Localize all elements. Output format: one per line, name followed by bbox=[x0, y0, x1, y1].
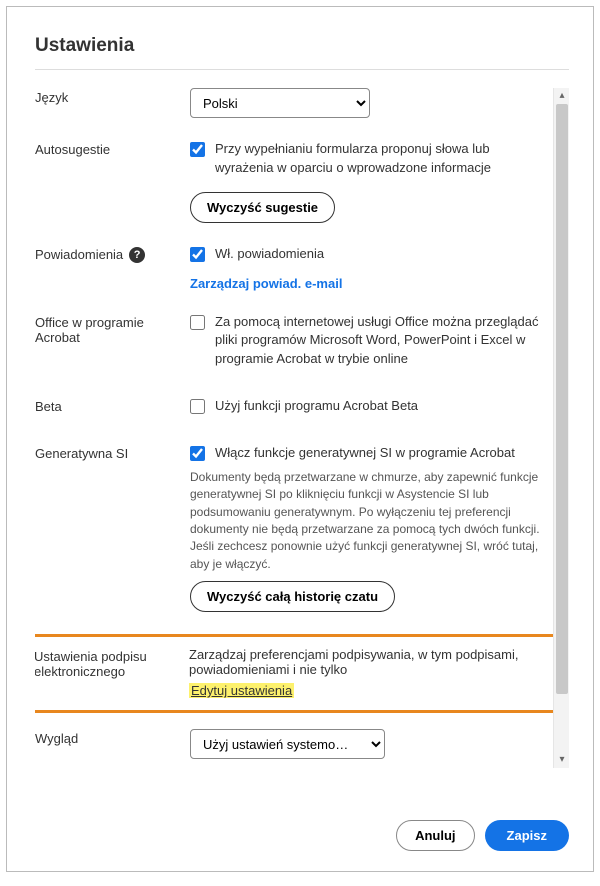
scroll-area: Język Polski Autosugestie Przy wypełnian… bbox=[35, 88, 569, 768]
label-notifications: Powiadomienia bbox=[35, 247, 123, 262]
scrollbar[interactable]: ▴ ▾ bbox=[553, 88, 569, 768]
scrollbar-thumb[interactable] bbox=[556, 104, 568, 694]
clear-chat-history-button[interactable]: Wyczyść całą historię czatu bbox=[190, 581, 395, 612]
beta-checkbox[interactable] bbox=[190, 399, 205, 414]
genai-checkbox-label: Włącz funkcje generatywnej SI w programi… bbox=[215, 444, 515, 463]
beta-checkbox-label: Użyj funkcji programu Acrobat Beta bbox=[215, 397, 418, 416]
notifications-checkbox[interactable] bbox=[190, 247, 205, 262]
page-title: Ustawienia bbox=[35, 35, 569, 57]
language-select[interactable]: Polski bbox=[190, 88, 370, 118]
esign-highlight-box: Ustawienia podpisu elektronicznego Zarzą… bbox=[35, 634, 561, 713]
office-checkbox-label: Za pomocą internetowej usługi Office moż… bbox=[215, 313, 549, 370]
scroll-up-arrow-icon[interactable]: ▴ bbox=[554, 88, 569, 104]
esign-description: Zarządzaj preferencjami podpisywania, w … bbox=[189, 647, 550, 677]
row-genai: Generatywna SI Włącz funkcje generatywne… bbox=[35, 444, 549, 612]
label-autosuggest: Autosugestie bbox=[35, 140, 190, 157]
scroll-down-arrow-icon[interactable]: ▾ bbox=[554, 752, 569, 768]
row-appearance: Wygląd Użyj ustawień systemo… bbox=[35, 729, 549, 759]
row-autosuggest: Autosugestie Przy wypełnianiu formularza… bbox=[35, 140, 549, 223]
manage-email-notifications-link[interactable]: Zarządzaj powiad. e-mail bbox=[190, 276, 342, 291]
genai-checkbox[interactable] bbox=[190, 446, 205, 461]
notifications-checkbox-label: Wł. powiadomienia bbox=[215, 245, 324, 264]
save-button[interactable]: Zapisz bbox=[485, 820, 569, 851]
label-office: Office w programie Acrobat bbox=[35, 313, 190, 345]
settings-dialog: Ustawienia Język Polski Autosugestie P bbox=[6, 6, 594, 872]
clear-suggestions-button[interactable]: Wyczyść sugestie bbox=[190, 192, 335, 223]
office-checkbox[interactable] bbox=[190, 315, 205, 330]
label-esign: Ustawienia podpisu elektronicznego bbox=[35, 647, 189, 679]
label-language: Język bbox=[35, 88, 190, 105]
appearance-select[interactable]: Użyj ustawień systemo… bbox=[190, 729, 385, 759]
row-notifications: Powiadomienia ? Wł. powiadomienia Zarząd… bbox=[35, 245, 549, 291]
row-office: Office w programie Acrobat Za pomocą int… bbox=[35, 313, 549, 376]
row-beta: Beta Użyj funkcji programu Acrobat Beta bbox=[35, 397, 549, 422]
help-icon[interactable]: ? bbox=[129, 247, 145, 263]
label-genai: Generatywna SI bbox=[35, 444, 190, 461]
row-language: Język Polski bbox=[35, 88, 549, 118]
genai-description: Dokumenty będą przetwarzane w chmurze, a… bbox=[190, 469, 549, 573]
dialog-footer: Anuluj Zapisz bbox=[396, 820, 569, 851]
autosuggest-checkbox-label: Przy wypełnianiu formularza proponuj sło… bbox=[215, 140, 549, 178]
cancel-button[interactable]: Anuluj bbox=[396, 820, 474, 851]
label-beta: Beta bbox=[35, 397, 190, 414]
label-appearance: Wygląd bbox=[35, 729, 190, 746]
edit-esign-settings-link[interactable]: Edytuj ustawienia bbox=[189, 683, 294, 698]
scrollbar-track[interactable] bbox=[554, 104, 569, 752]
title-divider bbox=[35, 69, 569, 70]
autosuggest-checkbox[interactable] bbox=[190, 142, 205, 157]
